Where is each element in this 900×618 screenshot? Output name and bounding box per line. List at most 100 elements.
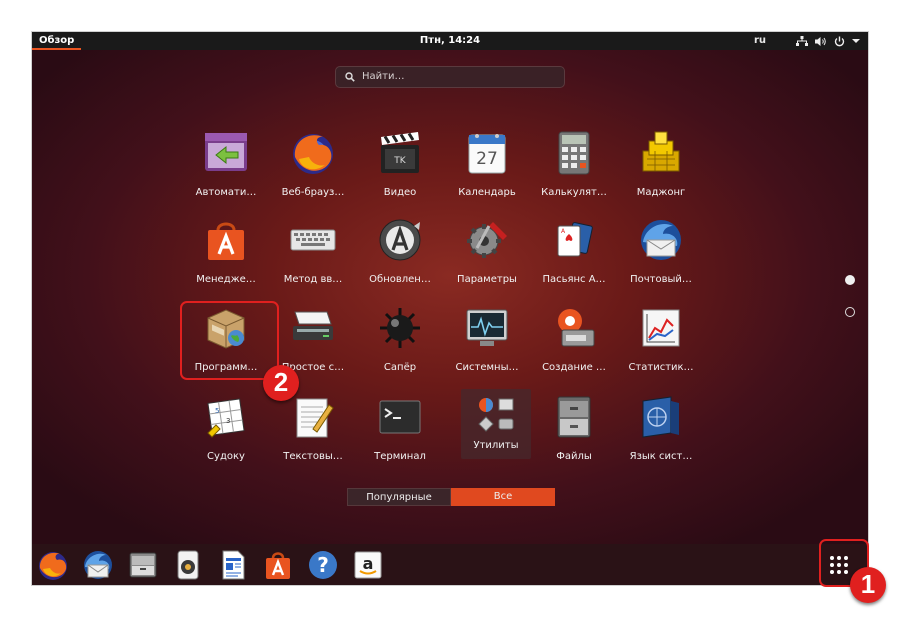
app-label: Автомати… — [195, 187, 257, 198]
popular-tab[interactable]: Популярные — [347, 488, 451, 506]
search-icon — [345, 72, 355, 82]
app-label: Утилиты — [473, 440, 519, 451]
app-label: Калькулят… — [541, 187, 607, 198]
text-editor-icon — [296, 398, 334, 438]
automation-icon — [205, 133, 247, 171]
app-label: Календарь — [458, 187, 516, 198]
app-label: Видео — [383, 187, 417, 198]
thunderbird-icon — [641, 220, 681, 260]
system-monitor-icon — [466, 309, 508, 346]
app-settings[interactable]: Параметры — [443, 212, 531, 296]
app-language-support[interactable]: Язык сист… — [617, 389, 705, 473]
app-label: Системны… — [455, 362, 519, 373]
firefox-icon[interactable] — [36, 548, 70, 582]
app-label: Статистик… — [628, 362, 694, 373]
firefox-icon — [293, 134, 333, 174]
calendar-icon: 27 — [468, 134, 506, 174]
rhythmbox-icon[interactable] — [171, 548, 205, 582]
calculator-icon — [558, 131, 590, 175]
startup-disk-icon — [558, 309, 595, 347]
statistics-icon — [642, 309, 680, 347]
software-center-icon — [208, 222, 244, 260]
video-icon: TK — [381, 132, 419, 173]
language-indicator[interactable]: ru — [754, 32, 766, 50]
app-label: Обновлен… — [369, 274, 431, 285]
app-software-manager[interactable]: Менедже… — [182, 212, 270, 296]
view-switcher: Популярные Все — [347, 488, 555, 506]
app-mail[interactable]: Почтовый… — [617, 212, 705, 296]
app-startup-disk[interactable]: Создание … — [530, 300, 618, 384]
clock[interactable]: Птн, 14:24 — [32, 32, 868, 50]
network-icon — [796, 35, 808, 46]
search-input[interactable]: Найти… — [335, 66, 565, 88]
files-icon[interactable] — [126, 548, 160, 582]
svg-text:?: ? — [317, 553, 329, 577]
help-icon[interactable]: ? — [306, 548, 340, 582]
page-indicator-2[interactable] — [845, 307, 855, 317]
app-statistics[interactable]: Статистик… — [617, 300, 705, 384]
app-sudoku[interactable]: 5 3 Судоку — [182, 389, 270, 473]
folder-utilities[interactable]: Утилиты — [461, 389, 531, 459]
mahjong-icon — [642, 131, 680, 172]
chevron-down-icon — [852, 39, 860, 43]
software-center-icon[interactable] — [261, 548, 295, 582]
app-system-monitor[interactable]: Системны… — [443, 300, 531, 384]
app-label: Создание … — [542, 362, 606, 373]
thunderbird-icon[interactable] — [81, 548, 115, 582]
app-solitaire[interactable]: A Пасьянс А… — [530, 212, 618, 296]
app-video[interactable]: TK Видео — [356, 125, 444, 209]
app-label: Текстовы… — [283, 451, 343, 462]
files-icon — [557, 396, 591, 438]
svg-text:a: a — [363, 554, 374, 573]
app-mines[interactable]: Сапёр — [356, 300, 444, 384]
app-label: Терминал — [374, 451, 426, 462]
highlight-box-software-sources — [180, 301, 279, 380]
page-indicator-1[interactable] — [845, 275, 855, 285]
language-icon — [642, 396, 679, 438]
settings-icon — [467, 222, 507, 258]
dock: ? a — [32, 544, 868, 585]
app-label: Сапёр — [383, 362, 417, 373]
app-input-method[interactable]: Метод вв… — [269, 212, 357, 296]
power-icon — [834, 36, 845, 46]
app-label: Маджонг — [636, 187, 686, 198]
app-label: Веб-брауз… — [281, 187, 345, 198]
system-tray[interactable] — [796, 32, 860, 50]
desktop-screen: Обзор Птн, 14:24 ru Найти… Автомати… Веб… — [32, 32, 868, 585]
svg-text:5: 5 — [215, 407, 219, 415]
sudoku-icon: 5 3 — [207, 398, 245, 438]
app-label: Пасьянс А… — [542, 274, 606, 285]
writer-icon[interactable] — [216, 548, 250, 582]
volume-icon — [815, 36, 826, 46]
app-label: Язык сист… — [629, 451, 693, 462]
keyboard-icon — [290, 229, 336, 251]
svg-text:3: 3 — [226, 417, 230, 425]
app-label: Метод вв… — [283, 274, 343, 285]
annotation-badge-1: 1 — [850, 567, 886, 603]
app-automation[interactable]: Автомати… — [182, 125, 270, 209]
calendar-day: 27 — [476, 149, 498, 169]
app-terminal[interactable]: Терминал — [356, 389, 444, 473]
search-placeholder: Найти… — [362, 71, 405, 82]
scanner-icon — [293, 311, 333, 340]
app-calendar[interactable]: 27 Календарь — [443, 125, 531, 209]
amazon-icon[interactable]: a — [351, 548, 385, 582]
terminal-icon — [379, 400, 421, 434]
mines-icon — [380, 308, 420, 348]
app-text-editor[interactable]: Текстовы… — [269, 389, 357, 473]
app-label: Параметры — [457, 274, 517, 285]
app-label: Почтовый… — [630, 274, 692, 285]
all-tab[interactable]: Все — [451, 488, 555, 506]
app-updater[interactable]: Обновлен… — [356, 212, 444, 296]
update-icon — [379, 219, 421, 261]
annotation-badge-2: 2 — [263, 365, 299, 401]
app-calculator[interactable]: Калькулят… — [530, 125, 618, 209]
app-files[interactable]: Файлы — [530, 389, 618, 473]
app-label: Менедже… — [196, 274, 256, 285]
app-label: Судоку — [207, 451, 245, 462]
top-bar: Обзор Птн, 14:24 ru — [32, 32, 868, 50]
app-label: Файлы — [556, 451, 592, 462]
app-mahjong[interactable]: Маджонг — [617, 125, 705, 209]
app-web-browser[interactable]: Веб-брауз… — [269, 125, 357, 209]
cards-icon: A — [557, 222, 593, 257]
